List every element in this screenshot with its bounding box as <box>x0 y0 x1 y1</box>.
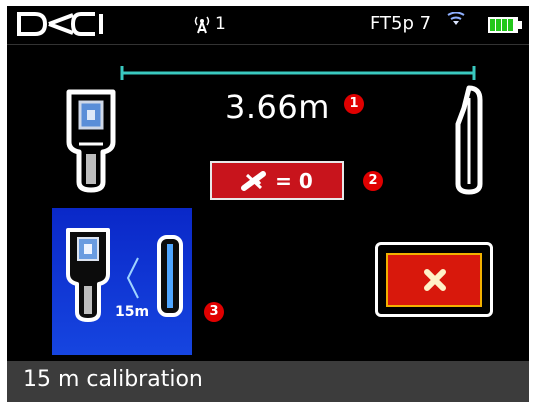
distance-measure-line <box>120 66 476 80</box>
locator-receiver-icon <box>66 89 116 193</box>
antenna-icon <box>194 16 210 34</box>
cancel-button-face <box>386 253 482 307</box>
cancel-button[interactable] <box>375 242 493 317</box>
status-bar: 1 FT5p 7 <box>7 6 529 44</box>
wifi-icon <box>447 12 465 25</box>
battery-icon <box>488 17 522 33</box>
close-icon <box>424 269 446 291</box>
calibration-15m-button[interactable]: 15m <box>52 208 192 355</box>
pitch-label: = 0 <box>275 168 313 193</box>
device-screen: 1 FT5p 7 3.66m 1 = 0 2 15m 3 15 m calibr… <box>7 6 529 402</box>
pitch-icon <box>241 170 267 191</box>
bottom-bar-label: 15 m calibration <box>23 367 203 392</box>
distance-value: 3.66m <box>225 88 330 126</box>
marker-3: 3 <box>204 302 224 322</box>
signal-channel: 1 <box>215 14 226 34</box>
bottom-status-bar: 15 m calibration <box>7 361 529 402</box>
calibration-distance-label: 15m <box>115 304 150 320</box>
transmitter-icon <box>455 85 483 195</box>
calibration-wedge-icon <box>126 257 139 299</box>
calibration-transmitter-icon <box>157 235 183 317</box>
marker-1: 1 <box>344 94 364 114</box>
signal-indicator: 1 <box>192 14 226 34</box>
zero-pitch-button[interactable]: = 0 <box>210 161 344 200</box>
status-divider <box>7 44 529 45</box>
marker-2: 2 <box>363 171 383 191</box>
frequency-label: FT5p 7 <box>370 13 432 34</box>
dci-logo <box>17 12 103 36</box>
calibration-locator-icon <box>66 228 110 322</box>
